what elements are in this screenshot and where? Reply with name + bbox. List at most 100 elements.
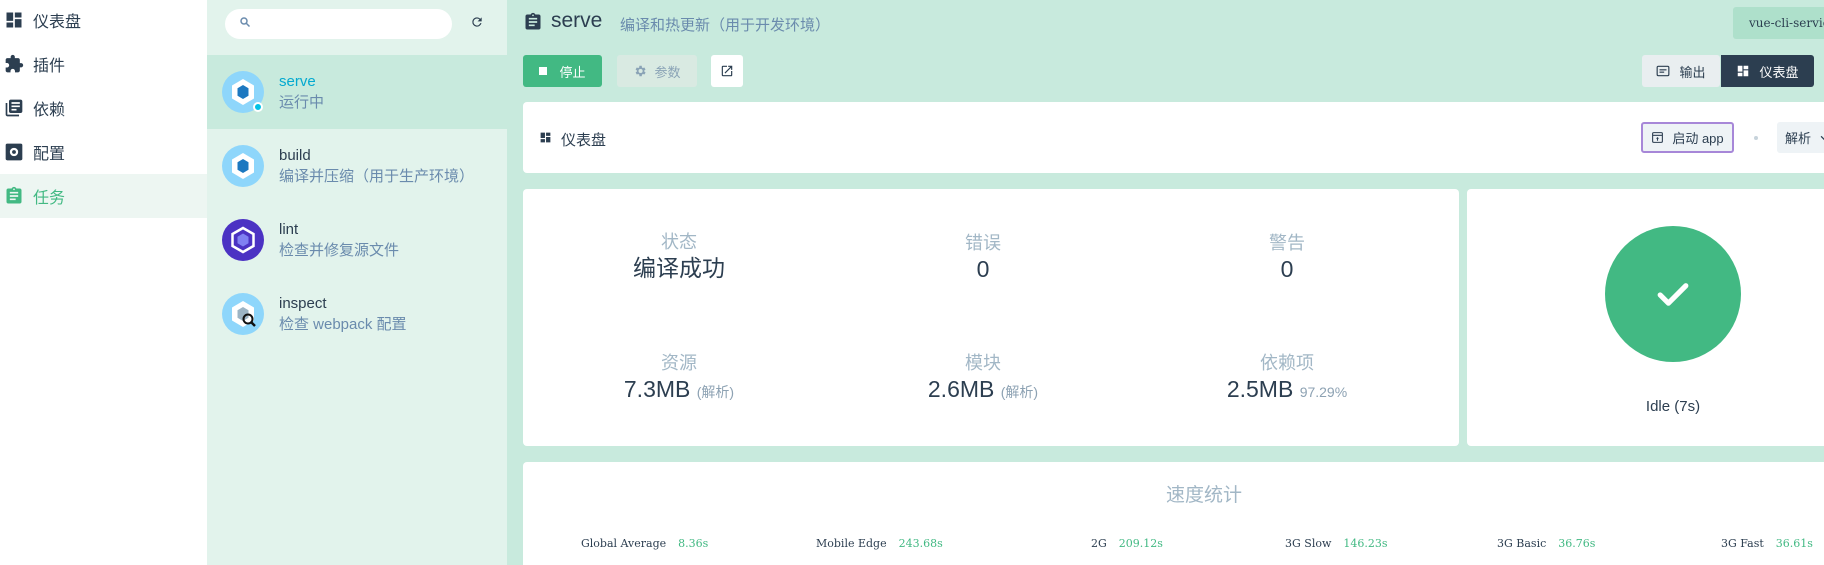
running-status-dot: [253, 102, 263, 112]
stat-assets: 资源 7.3MB (解析): [529, 352, 829, 407]
stat-value: 0: [976, 256, 990, 282]
nav-item-plugins[interactable]: 插件: [0, 42, 207, 86]
nav-item-tasks[interactable]: 任务: [0, 174, 207, 218]
params-button[interactable]: 参数: [617, 55, 697, 87]
check-icon: [1657, 283, 1689, 306]
stat-label: 错误: [965, 233, 1001, 253]
dashboard-icon: [4, 10, 24, 30]
open-external-icon: [721, 65, 733, 77]
task-description: 检查 webpack 配置: [279, 315, 407, 333]
gear-icon: [636, 65, 647, 77]
speed-item: Mobile Edge 243.68s: [816, 537, 943, 550]
analysis-label: 解析: [1785, 131, 1812, 146]
stop-icon: [539, 67, 548, 75]
assignment-icon: [4, 186, 24, 206]
task-item-serve[interactable]: serve 运行中: [207, 55, 507, 129]
webpack-icon: [222, 145, 264, 187]
nav-label: 配置: [33, 146, 66, 163]
success-status-circle: [1605, 226, 1741, 362]
speed-label: Global Average: [581, 537, 667, 550]
stat-dependencies: 依赖项 2.5MB 97.29%: [1137, 352, 1437, 407]
speed-label: 2G: [1091, 537, 1107, 550]
task-name: inspect: [279, 294, 327, 312]
speed-value: 36.61s: [1775, 537, 1813, 550]
task-name: lint: [279, 220, 299, 238]
settings-icon: [4, 142, 24, 162]
nav-label: 任务: [33, 190, 66, 207]
task-item-lint[interactable]: lint 检查并修复源文件: [207, 203, 507, 277]
dashboard-title: 仪表盘: [561, 132, 607, 149]
command-badge: vue-cli-service serve: [1733, 7, 1824, 39]
nav-item-dependencies[interactable]: 依赖: [0, 86, 207, 130]
stat-status: 状态 编译成功: [529, 231, 829, 283]
refresh-icon: [470, 15, 484, 34]
stat-percent: 97.29%: [1299, 384, 1348, 400]
assignment-icon: [523, 11, 543, 33]
stat-label: 状态: [661, 232, 697, 252]
task-name: build: [279, 146, 311, 164]
dashboard-label: 仪表盘: [1759, 64, 1799, 80]
stat-value: 编译成功: [633, 255, 725, 281]
analysis-select[interactable]: 解析: [1777, 122, 1824, 153]
speed-label: 3G Fast: [1721, 537, 1764, 550]
speed-item: 3G Basic 36.76s: [1497, 537, 1595, 550]
task-name: serve: [279, 72, 316, 90]
open-external-button[interactable]: [711, 55, 743, 87]
dashboard-icon: [1738, 65, 1749, 77]
parse-link[interactable]: (解析): [697, 384, 734, 400]
speed-value: 8.36s: [678, 537, 709, 550]
stat-value: 2.6MB: [927, 376, 995, 402]
status-card: Idle (7s): [1467, 189, 1824, 446]
chevron-down-icon: [1820, 135, 1824, 140]
build-stats-card: 状态 编译成功 错误 0 警告 0 资源 7.3MB (解析) 模块 2.6MB…: [523, 189, 1459, 446]
task-item-build[interactable]: build 编译并压缩（用于生产环境）: [207, 129, 507, 203]
speed-value: 36.76s: [1558, 537, 1596, 550]
speed-label: 3G Slow: [1285, 537, 1332, 550]
status-text: Idle (7s): [1645, 398, 1701, 415]
speed-label: Mobile Edge: [816, 537, 887, 550]
speed-item: 2G 209.12s: [1091, 537, 1163, 550]
stop-button[interactable]: 停止: [523, 55, 602, 87]
speed-value: 146.23s: [1343, 537, 1388, 550]
webpack-inspect-icon: [222, 293, 264, 335]
output-button[interactable]: 输出: [1642, 55, 1720, 87]
output-label: 输出: [1679, 64, 1706, 80]
stat-label: 资源: [661, 353, 697, 373]
dashboard-button[interactable]: 仪表盘: [1721, 55, 1814, 87]
speed-item: 3G Slow 146.23s: [1285, 537, 1388, 550]
eslint-icon: [222, 219, 264, 261]
refresh-button[interactable]: [465, 12, 489, 36]
task-description: 检查并修复源文件: [279, 241, 400, 259]
stat-label: 模块: [965, 353, 1001, 373]
stat-warnings: 警告 0: [1137, 232, 1437, 284]
search-icon: [239, 15, 251, 33]
speed-item: Global Average 8.36s: [581, 537, 708, 550]
library-icon: [4, 98, 24, 118]
nav-label: 依赖: [33, 102, 66, 119]
params-label: 参数: [654, 64, 681, 80]
separator-dot: [1754, 136, 1758, 140]
main-nav: 仪表盘 插件 依赖 配置 任务: [0, 0, 207, 565]
stat-label: 警告: [1269, 233, 1305, 253]
speed-label: 3G Basic: [1497, 537, 1547, 550]
nav-label: 插件: [33, 58, 66, 75]
search-input[interactable]: [251, 16, 452, 32]
task-detail: serve 编译和热更新（用于开发环境） vue-cli-service ser…: [507, 0, 1824, 565]
speed-stats-title: 速度统计: [1165, 485, 1242, 506]
speed-item: 3G Fast 36.61s: [1721, 537, 1813, 550]
launch-icon: [1652, 132, 1664, 143]
launch-app-button[interactable]: 启动 app: [1641, 122, 1734, 153]
task-search[interactable]: [225, 9, 452, 39]
nav-item-config[interactable]: 配置: [0, 130, 207, 174]
nav-label: 仪表盘: [33, 14, 82, 31]
stat-value: 2.5MB: [1226, 376, 1294, 402]
stat-label: 依赖项: [1260, 353, 1314, 373]
stat-modules: 模块 2.6MB (解析): [833, 352, 1133, 407]
parse-link[interactable]: (解析): [1001, 384, 1038, 400]
dashboard-header: 仪表盘 启动 app 解析: [523, 102, 1824, 173]
launch-label: 启动 app: [1672, 131, 1724, 146]
nav-item-dashboard[interactable]: 仪表盘: [0, 0, 207, 42]
stat-errors: 错误 0: [833, 232, 1133, 284]
task-description: 编译并压缩（用于生产环境）: [279, 167, 475, 185]
task-item-inspect[interactable]: inspect 检查 webpack 配置: [207, 277, 507, 351]
